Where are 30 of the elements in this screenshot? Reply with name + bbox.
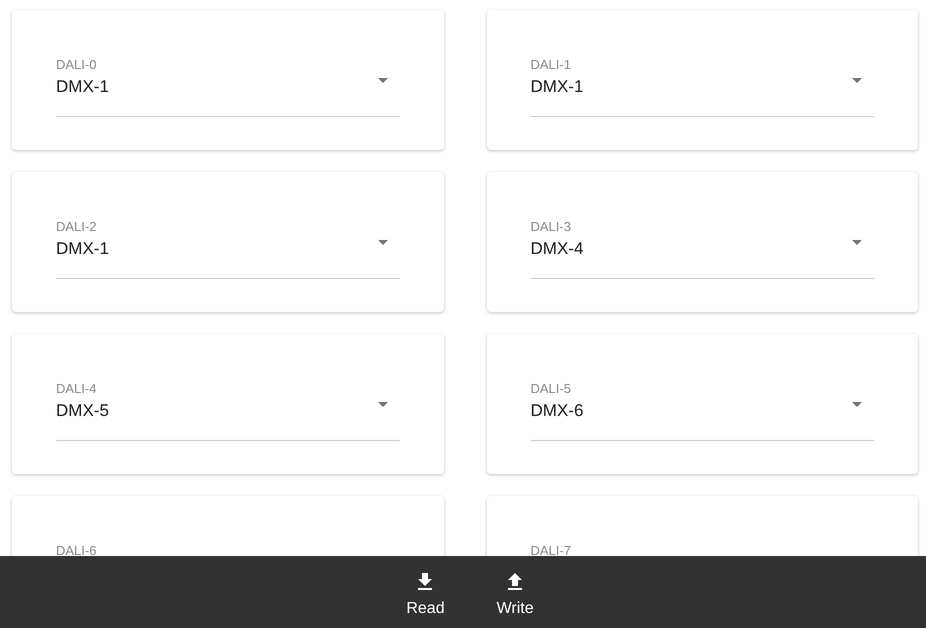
select-field[interactable]: DALI-4 DMX-5	[56, 379, 400, 441]
field-label: DALI-2	[56, 219, 96, 235]
field-value: DMX-1	[56, 76, 109, 98]
write-button[interactable]: Write	[492, 566, 538, 618]
download-icon	[417, 572, 434, 590]
dropdown-arrow-icon	[852, 78, 862, 83]
dropdown-arrow-icon	[378, 402, 388, 407]
field-value: DMX-6	[530, 400, 584, 422]
field-label: DALI-4	[56, 381, 96, 397]
field-label: DALI-5	[530, 381, 571, 397]
field-label: DALI-3	[530, 219, 571, 235]
field-label: DALI-1	[530, 57, 571, 73]
read-button[interactable]: Read	[402, 566, 449, 618]
select-field[interactable]: DALI-3 DMX-4	[530, 217, 874, 279]
field-value: DMX-5	[56, 400, 109, 422]
dropdown-arrow-icon	[378, 78, 388, 83]
field-label: DALI-0	[56, 57, 96, 73]
select-field[interactable]: DALI-5 DMX-6	[530, 379, 874, 441]
field-value: DMX-4	[530, 238, 584, 260]
dropdown-arrow-icon	[378, 240, 388, 245]
field-value: DMX-1	[530, 76, 584, 98]
dropdown-arrow-icon	[852, 240, 862, 245]
field-label: DALI-7	[530, 543, 571, 556]
select-field[interactable]: DALI-0 DMX-1	[56, 55, 400, 117]
dropdown-arrow-icon	[852, 402, 862, 407]
select-field[interactable]: DALI-1 DMX-1	[530, 55, 874, 117]
select-field[interactable]: DALI-2 DMX-1	[56, 217, 400, 279]
field-value: DMX-1	[56, 238, 109, 260]
field-label: DALI-6	[56, 543, 96, 556]
upload-icon	[507, 572, 524, 590]
